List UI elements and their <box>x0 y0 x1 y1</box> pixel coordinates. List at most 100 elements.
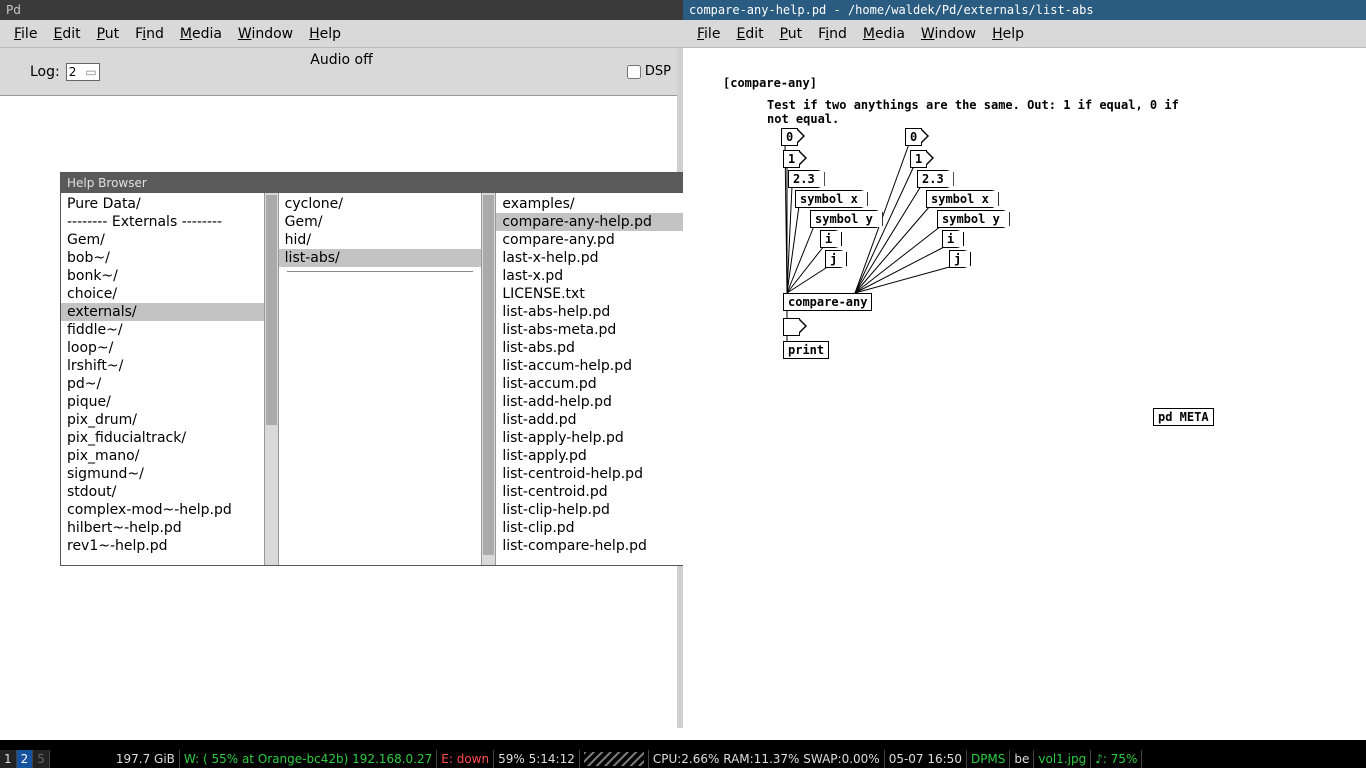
disk-usage: 197.7 GiB <box>50 750 180 768</box>
datetime: 05-07 16:50 <box>885 750 967 768</box>
help-browser-item[interactable]: -------- Externals -------- <box>61 213 264 231</box>
msg-left-i[interactable]: i <box>820 230 836 248</box>
help-browser-item[interactable]: bonk~/ <box>61 267 264 285</box>
help-browser-item[interactable]: list-accum-help.pd <box>496 357 699 375</box>
help-browser-item[interactable]: lrshift~/ <box>61 357 264 375</box>
msg-right-j[interactable]: j <box>949 250 965 268</box>
patch-menu-help[interactable]: Help <box>986 23 1030 45</box>
help-browser-item[interactable]: list-apply-help.pd <box>496 429 699 447</box>
help-browser-item[interactable]: hilbert~-help.pd <box>61 519 264 537</box>
menu-edit[interactable]: Edit <box>47 23 86 45</box>
patch-menu-put[interactable]: Put <box>774 23 809 45</box>
pd-patch-window: compare-any-help.pd - /home/waldek/Pd/ex… <box>683 0 1366 740</box>
patch-menu-file[interactable]: File <box>691 23 726 45</box>
help-browser-item[interactable]: choice/ <box>61 285 264 303</box>
help-browser-item[interactable]: bob~/ <box>61 249 264 267</box>
msg-left-2.3[interactable]: 2.3 <box>788 170 819 188</box>
help-browser-item[interactable]: hid/ <box>279 231 482 249</box>
help-browser-item[interactable]: list-abs.pd <box>496 339 699 357</box>
help-browser-item[interactable]: last-x.pd <box>496 267 699 285</box>
help-browser-item[interactable]: examples/ <box>496 195 699 213</box>
numbox-right-0[interactable]: 0 <box>905 128 922 146</box>
msg-right-symbol-y[interactable]: symbol y <box>937 210 1004 228</box>
help-browser-item[interactable]: complex-mod~-help.pd <box>61 501 264 519</box>
numbox-left-0[interactable]: 0 <box>781 128 798 146</box>
help-browser-item[interactable]: list-accum.pd <box>496 375 699 393</box>
help-browser-item[interactable]: compare-any.pd <box>496 231 699 249</box>
patch-titlebar[interactable]: compare-any-help.pd - /home/waldek/Pd/ex… <box>683 0 1366 20</box>
help-browser-item[interactable]: loop~/ <box>61 339 264 357</box>
patch-menu-find[interactable]: Find <box>812 23 853 45</box>
obj-print[interactable]: print <box>783 341 829 359</box>
patch-menu-media[interactable]: Media <box>857 23 911 45</box>
numbox-right-1[interactable]: 1 <box>910 150 927 168</box>
help-browser-item[interactable]: list-compare-help.pd <box>496 537 699 555</box>
help-browser-item[interactable]: list-apply.pd <box>496 447 699 465</box>
help-browser-item[interactable]: list-clip-help.pd <box>496 501 699 519</box>
msg-left-symbol-y[interactable]: symbol y <box>810 210 877 228</box>
help-browser-titlebar[interactable]: Help Browser <box>61 173 713 193</box>
help-browser-item[interactable]: pix_drum/ <box>61 411 264 429</box>
workspace-2[interactable]: 2 <box>17 750 34 768</box>
obj-pd-meta[interactable]: pd META <box>1153 408 1214 426</box>
help-browser-item[interactable]: compare-any-help.pd <box>496 213 699 231</box>
msg-right-i[interactable]: i <box>942 230 958 248</box>
hb-col2-scrollbar[interactable] <box>481 193 495 565</box>
help-browser-item[interactable]: pique/ <box>61 393 264 411</box>
help-browser-item[interactable]: Gem/ <box>61 231 264 249</box>
help-browser-item[interactable]: Gem/ <box>279 213 482 231</box>
help-browser-item[interactable]: pix_fiducialtrack/ <box>61 429 264 447</box>
help-browser-item[interactable]: list-add-help.pd <box>496 393 699 411</box>
help-browser-item[interactable]: Pure Data/ <box>61 195 264 213</box>
menu-file[interactable]: File <box>8 23 43 45</box>
hb-col1-scrollbar[interactable] <box>264 193 278 565</box>
help-browser-item[interactable]: list-centroid-help.pd <box>496 465 699 483</box>
patch-canvas[interactable]: [compare-any] Test if two anythings are … <box>683 48 1366 740</box>
menu-media[interactable]: Media <box>174 23 228 45</box>
help-browser-item[interactable]: cyclone/ <box>279 195 482 213</box>
help-browser-item[interactable]: stdout/ <box>61 483 264 501</box>
msg-right-symbol-x[interactable]: symbol x <box>926 190 993 208</box>
help-browser-item[interactable]: last-x-help.pd <box>496 249 699 267</box>
help-browser-item[interactable]: list-add.pd <box>496 411 699 429</box>
pd-main-menubar: File Edit Put Find Media Window Help <box>0 20 683 48</box>
patch-menu-window[interactable]: Window <box>915 23 982 45</box>
menu-put[interactable]: Put <box>91 23 126 45</box>
help-browser-item[interactable]: pd~/ <box>61 375 264 393</box>
patch-heading: [compare-any] <box>723 76 817 90</box>
obj-compare-any[interactable]: compare-any <box>783 293 872 311</box>
help-browser-item[interactable]: rev1~-help.pd <box>61 537 264 555</box>
pd-main-titlebar[interactable]: Pd <box>0 0 683 20</box>
menu-window[interactable]: Window <box>232 23 299 45</box>
help-browser-item[interactable]: pix_mano/ <box>61 447 264 465</box>
help-browser-item[interactable]: list-abs-meta.pd <box>496 321 699 339</box>
msg-right-2.3[interactable]: 2.3 <box>917 170 948 188</box>
numbox-output[interactable] <box>783 318 800 336</box>
dsp-label: DSP <box>645 64 671 79</box>
menu-help[interactable]: Help <box>303 23 347 45</box>
cpu-ram-swap: CPU:2.66% RAM:11.37% SWAP:0.00% <box>649 750 885 768</box>
msg-left-symbol-x[interactable]: symbol x <box>795 190 862 208</box>
help-browser-item[interactable]: fiddle~/ <box>61 321 264 339</box>
numbox-left-1[interactable]: 1 <box>783 150 800 168</box>
dpms-status: DPMS <box>967 750 1010 768</box>
ethernet-status: E: down <box>437 750 494 768</box>
workspace-1[interactable]: 1 <box>0 750 17 768</box>
help-browser-item[interactable]: list-clip.pd <box>496 519 699 537</box>
audio-status: Audio off <box>310 52 372 68</box>
menu-find[interactable]: Find <box>129 23 170 45</box>
help-browser-item[interactable]: list-abs-help.pd <box>496 303 699 321</box>
msg-left-j[interactable]: j <box>825 250 841 268</box>
help-browser-item[interactable]: externals/ <box>61 303 264 321</box>
help-browser-item[interactable]: LICENSE.txt <box>496 285 699 303</box>
music-status: ♪: 75% <box>1091 750 1142 768</box>
dsp-checkbox[interactable] <box>627 65 641 79</box>
log-level-input[interactable]: 2▭ <box>66 63 100 81</box>
help-browser-item[interactable]: list-centroid.pd <box>496 483 699 501</box>
help-browser-window: Help Browser Pure Data/-------- External… <box>60 172 714 566</box>
log-label: Log: <box>30 64 60 80</box>
help-browser-item[interactable]: list-abs/ <box>279 249 482 267</box>
workspace-5[interactable]: 5 <box>33 750 50 768</box>
help-browser-item[interactable]: sigmund~/ <box>61 465 264 483</box>
patch-menu-edit[interactable]: Edit <box>730 23 769 45</box>
